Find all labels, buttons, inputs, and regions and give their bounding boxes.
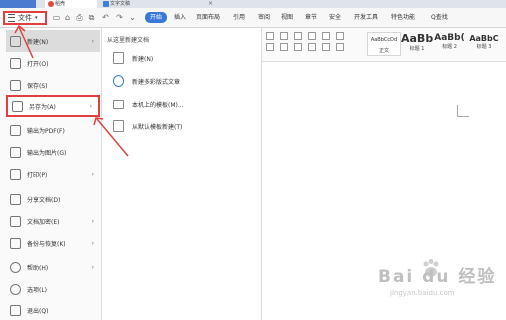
annotation-arrow-save-as <box>96 118 129 157</box>
watermark-url: jingyan.baidu.com <box>390 289 455 297</box>
annotation-arrow-file <box>18 26 34 59</box>
watermark-brand: Bai du 经验 <box>378 267 497 287</box>
